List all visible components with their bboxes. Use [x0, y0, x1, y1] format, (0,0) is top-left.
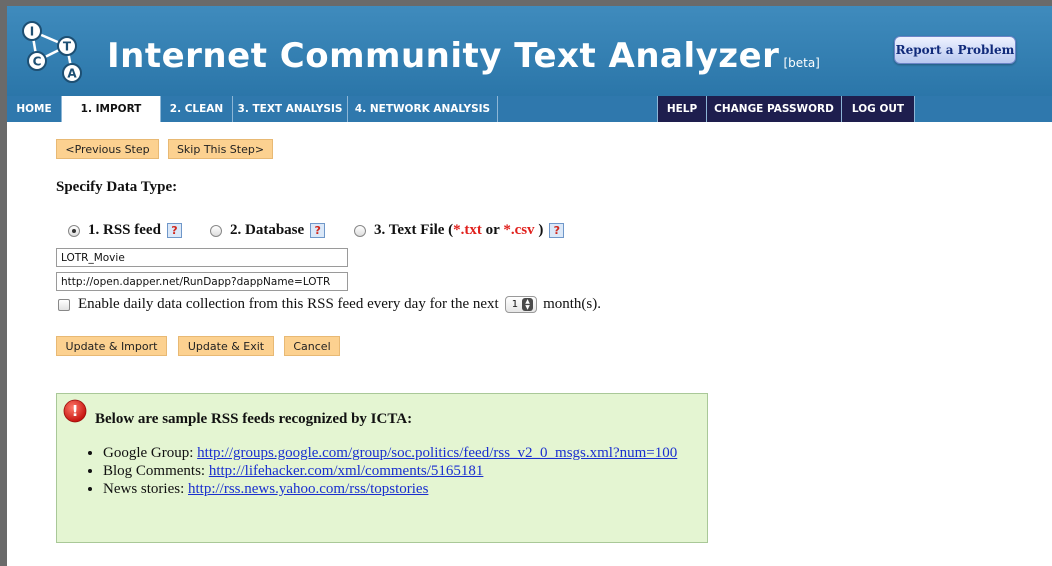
or-text: or: [481, 222, 504, 238]
tab-change-password[interactable]: CHANGE PASSWORD: [707, 96, 842, 122]
sample-feeds-box: ! Below are sample RSS feeds recognized …: [56, 393, 708, 543]
google-group-link[interactable]: http://groups.google.com/group/soc.polit…: [197, 445, 677, 461]
csv-extension: *.csv: [503, 222, 535, 238]
database-label: 2. Database: [230, 222, 305, 238]
update-exit-button[interactable]: Update & Exit: [178, 336, 274, 356]
specify-data-type-heading: Specify Data Type:: [56, 179, 178, 195]
txt-extension: *.txt: [453, 222, 482, 238]
stepper-arrows-icon[interactable]: ▲ ▼: [522, 298, 534, 311]
database-radio[interactable]: [210, 224, 222, 237]
daily-collection-checkbox[interactable]: [58, 298, 70, 311]
tab-network-analysis[interactable]: 4. NETWORK ANALYSIS: [348, 96, 498, 122]
logo-letter-3: T: [63, 40, 72, 54]
icta-logo: I C T A: [22, 21, 82, 83]
alert-icon-glyph: !: [72, 402, 79, 420]
alert-icon: !: [63, 399, 87, 423]
text-file-help-icon[interactable]: ?: [549, 223, 565, 238]
option-rss-feed[interactable]: 1. RSS feed ?: [68, 222, 182, 239]
database-help-icon[interactable]: ?: [310, 223, 326, 238]
rss-help-icon[interactable]: ?: [166, 223, 182, 238]
news-stories-link[interactable]: http://rss.news.yahoo.com/rss/topstories: [188, 481, 428, 497]
daily-collection-label: Enable daily data collection from this R…: [78, 296, 499, 312]
cancel-button[interactable]: Cancel: [284, 336, 340, 356]
sample-feeds-title: Below are sample RSS feeds recognized by…: [95, 411, 413, 427]
app-title-text: Internet Community Text Analyzer: [107, 36, 780, 76]
tab-text-analysis[interactable]: 3. TEXT ANALYSIS: [233, 96, 348, 122]
google-group-label: Google Group:: [103, 445, 198, 461]
list-item: News stories: http://rss.news.yahoo.com/…: [103, 480, 703, 498]
feed-name-input[interactable]: [56, 248, 348, 267]
main-nav: HOME 1. IMPORT 2. CLEAN 3. TEXT ANALYSIS…: [7, 96, 1052, 122]
rss-feed-label: 1. RSS feed: [88, 222, 161, 238]
months-label: month(s).: [543, 296, 601, 312]
tab-help[interactable]: HELP: [657, 96, 707, 122]
rss-feed-radio[interactable]: [68, 224, 80, 237]
tab-home[interactable]: HOME: [7, 96, 62, 122]
update-import-button[interactable]: Update & Import: [56, 336, 167, 356]
tab-clean[interactable]: 2. CLEAN: [161, 96, 233, 122]
report-problem-button[interactable]: Report a Problem: [894, 36, 1016, 64]
text-file-label-prefix: 3. Text File (: [374, 222, 454, 238]
app-title: Internet Community Text Analyzer [beta]: [107, 36, 820, 76]
month-count-value: 1: [511, 299, 519, 310]
text-file-radio[interactable]: [354, 224, 366, 237]
option-text-file[interactable]: 3. Text File ( *.txt or *.csv ) ?: [354, 222, 565, 239]
daily-collection-row: Enable daily data collection from this R…: [58, 296, 601, 313]
feed-url-input[interactable]: [56, 272, 348, 291]
month-count-stepper[interactable]: 1 ▲ ▼: [504, 296, 538, 313]
blog-comments-link[interactable]: http://lifehacker.com/xml/comments/51651…: [209, 463, 484, 479]
list-item: Blog Comments: http://lifehacker.com/xml…: [103, 462, 703, 480]
logo-letter-4: A: [67, 67, 77, 81]
app-header: I C T A Internet Community Text Analyzer…: [7, 6, 1052, 96]
blog-comments-label: Blog Comments:: [103, 463, 209, 479]
window-frame-left: [0, 0, 7, 566]
sample-feeds-list: Google Group: http://groups.google.com/g…: [83, 444, 703, 498]
tab-log-out[interactable]: LOG OUT: [842, 96, 915, 122]
logo-letter-1: I: [30, 25, 34, 39]
news-stories-label: News stories:: [103, 481, 188, 497]
logo-letter-2: C: [33, 55, 42, 69]
option-database[interactable]: 2. Database ?: [210, 222, 326, 239]
text-file-label-suffix: ): [534, 222, 544, 238]
beta-label: [beta]: [783, 56, 820, 70]
previous-step-button[interactable]: <Previous Step: [56, 139, 159, 159]
skip-step-button[interactable]: Skip This Step>: [168, 139, 273, 159]
list-item: Google Group: http://groups.google.com/g…: [103, 444, 703, 462]
tab-import[interactable]: 1. IMPORT: [62, 96, 161, 122]
